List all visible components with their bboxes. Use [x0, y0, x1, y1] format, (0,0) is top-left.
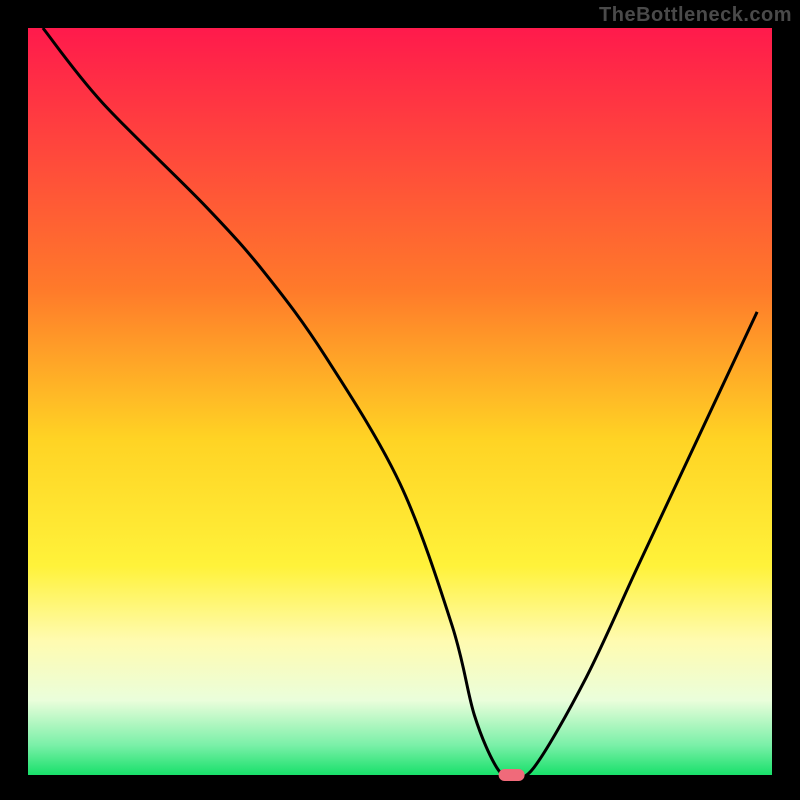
watermark-text: TheBottleneck.com — [599, 4, 792, 27]
optimal-marker — [499, 769, 525, 781]
bottleneck-chart — [0, 0, 800, 800]
chart-frame: TheBottleneck.com — [0, 0, 800, 800]
